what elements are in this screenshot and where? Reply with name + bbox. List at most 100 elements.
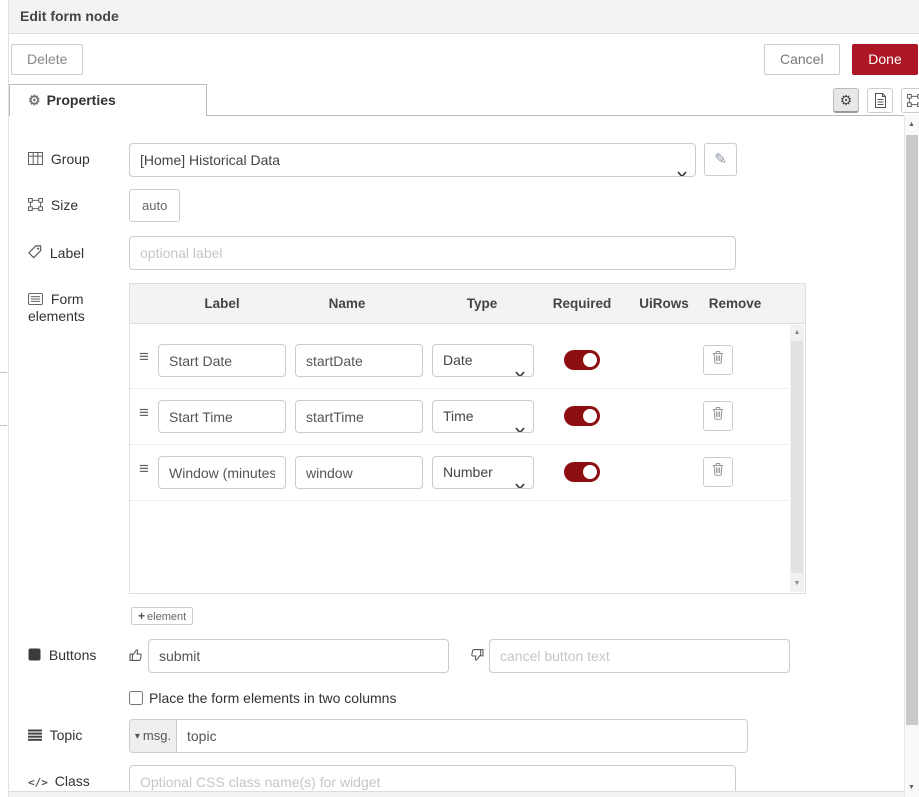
properties-panel-button[interactable]: ⚙	[833, 88, 859, 113]
gear-icon: ⚙	[840, 92, 853, 108]
topic-type-button[interactable]: ▾msg.	[130, 720, 177, 752]
class-label: </> Class	[28, 765, 129, 791]
element-name-input[interactable]	[295, 400, 423, 433]
element-type-select[interactable]: Number	[432, 456, 534, 489]
submit-button-text-input[interactable]	[148, 639, 449, 673]
document-icon	[874, 92, 887, 109]
required-toggle[interactable]	[564, 350, 600, 370]
dialog-scrollbar[interactable]: ▲ ▼	[904, 115, 919, 797]
scroll-up-icon[interactable]: ▲	[790, 326, 804, 340]
tab-properties-label: Properties	[47, 92, 116, 108]
drag-handle-icon[interactable]: ≡	[139, 347, 149, 367]
dialog-button-bar: Delete Cancel Done	[9, 34, 919, 84]
plus-icon: +	[138, 609, 145, 623]
tag-icon	[28, 246, 42, 262]
buttons-label: Buttons	[28, 639, 129, 664]
element-label-input[interactable]	[158, 456, 286, 489]
remove-element-button[interactable]	[703, 401, 733, 431]
trash-icon	[712, 463, 724, 480]
two-columns-option[interactable]: Place the form elements in two columns	[129, 690, 396, 706]
dialog-title: Edit form node	[9, 0, 919, 34]
label-input[interactable]	[129, 236, 736, 270]
remove-element-button[interactable]	[703, 345, 733, 375]
form-elements-row: Form elements Label Name Type Required U…	[28, 283, 905, 625]
drag-handle-icon[interactable]: ≡	[139, 459, 149, 479]
description-panel-button[interactable]	[867, 88, 893, 113]
tab-properties[interactable]: ⚙ Properties	[9, 84, 207, 116]
bars-icon	[28, 728, 42, 744]
class-row: </> Class	[28, 765, 905, 792]
required-toggle[interactable]	[564, 462, 600, 482]
two-columns-checkbox[interactable]	[129, 691, 143, 705]
group-select[interactable]: [Home] Historical Data	[129, 143, 696, 177]
label-row: Label	[28, 236, 905, 270]
size-label: Size	[28, 189, 129, 214]
remove-element-button[interactable]	[703, 457, 733, 487]
group-label: Group	[28, 143, 129, 168]
appearance-panel-button[interactable]	[901, 88, 919, 113]
done-button[interactable]: Done	[852, 44, 918, 75]
scroll-down-icon[interactable]: ▼	[790, 577, 804, 591]
column-header-type: Type	[467, 296, 498, 311]
form-elements-label: Form elements	[28, 283, 129, 325]
topic-type-label: msg.	[143, 728, 171, 743]
object-size-icon	[28, 198, 43, 214]
element-name-input[interactable]	[295, 456, 423, 489]
element-label-input[interactable]	[158, 344, 286, 377]
column-header-required: Required	[553, 296, 612, 311]
column-header-name: Name	[329, 296, 366, 311]
two-columns-label: Place the form elements in two columns	[149, 690, 396, 706]
group-row: Group [Home] Historical Data ✎	[28, 143, 905, 177]
scrollbar-thumb[interactable]	[791, 341, 803, 573]
drag-handle-icon[interactable]: ≡	[139, 403, 149, 423]
topic-input[interactable]	[177, 720, 747, 752]
topic-typed-input: ▾msg.	[129, 719, 748, 753]
buttons-row: Buttons	[28, 639, 905, 673]
element-name-input[interactable]	[295, 344, 423, 377]
tab-bar: ⚙ Properties ⚙	[9, 84, 919, 116]
gear-icon: ⚙	[28, 92, 41, 108]
delete-button[interactable]: Delete	[11, 44, 83, 75]
properties-form: Group [Home] Historical Data ✎ Size auto…	[9, 115, 905, 792]
group-select-value: [Home] Historical Data	[140, 152, 280, 168]
object-frame-icon	[907, 92, 919, 109]
two-columns-row: Place the form elements in two columns	[28, 690, 905, 706]
table-scrollbar[interactable]: ▲ ▼	[790, 325, 804, 592]
required-toggle[interactable]	[564, 406, 600, 426]
element-type-select[interactable]: Time	[432, 400, 534, 433]
chevron-down-icon	[515, 414, 525, 433]
table-row: ≡ Number	[130, 445, 789, 501]
trash-icon	[712, 351, 724, 368]
element-type-select[interactable]: Date	[432, 344, 534, 377]
cancel-button[interactable]: Cancel	[764, 44, 840, 75]
chevron-down-icon	[677, 157, 687, 177]
scrollbar-thumb[interactable]	[906, 135, 918, 725]
edit-group-button[interactable]: ✎	[704, 143, 737, 176]
toggle-knob	[583, 465, 597, 479]
label-label: Label	[28, 236, 129, 262]
edit-form-node-dialog: Edit form node Delete Cancel Done ⚙ Prope…	[8, 0, 919, 797]
thumbs-down-icon	[470, 648, 484, 667]
cancel-button-text-input[interactable]	[489, 639, 790, 673]
table-row: ≡ Date	[130, 333, 789, 389]
trash-icon	[712, 407, 724, 424]
square-icon	[28, 648, 41, 664]
scroll-down-icon[interactable]: ▼	[905, 780, 918, 795]
class-input[interactable]	[129, 765, 736, 792]
topic-label: Topic	[28, 719, 129, 744]
column-header-remove: Remove	[709, 296, 762, 311]
add-element-button[interactable]: +element	[131, 607, 193, 625]
column-header-uirows: UiRows	[639, 296, 689, 311]
size-auto-button[interactable]: auto	[129, 189, 180, 222]
tray-resize-grip[interactable]	[0, 372, 7, 426]
table-body: ≡ Date ≡ Time	[129, 324, 806, 594]
table-icon	[28, 152, 43, 168]
scroll-up-icon[interactable]: ▲	[905, 117, 918, 132]
table-row: ≡ Time	[130, 389, 789, 445]
toggle-knob	[583, 353, 597, 367]
chevron-down-icon	[515, 358, 525, 377]
code-icon: </>	[28, 776, 48, 789]
element-label-input[interactable]	[158, 400, 286, 433]
topic-row: Topic ▾msg.	[28, 719, 905, 753]
dialog-footer-edge	[9, 791, 905, 797]
